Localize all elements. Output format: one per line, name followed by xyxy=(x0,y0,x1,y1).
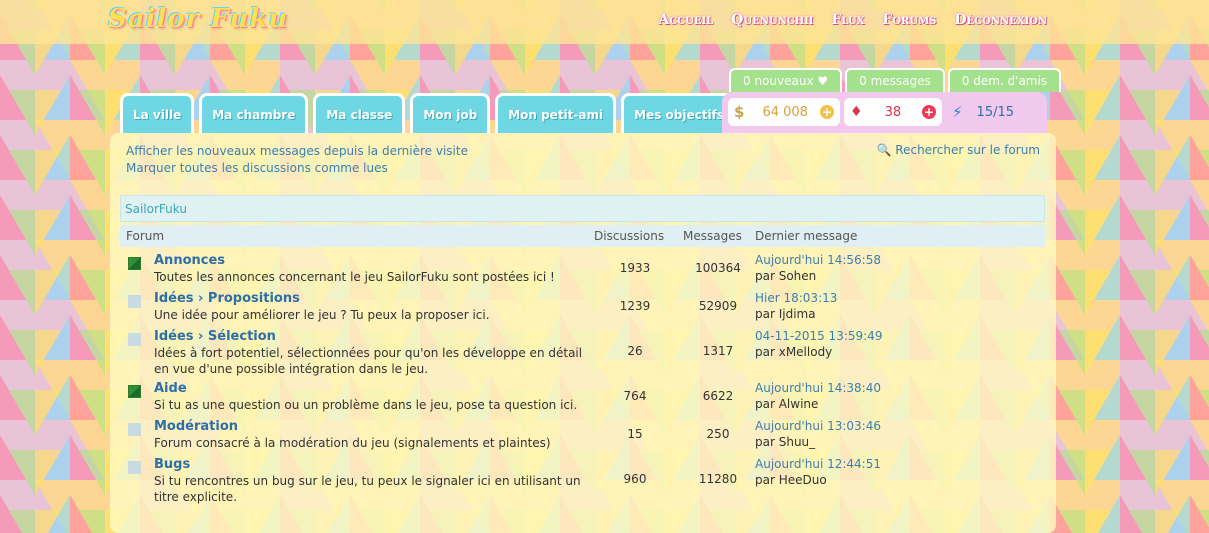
forum-name[interactable]: Aide xyxy=(154,381,187,396)
gem-icon: ♦ xyxy=(850,104,863,120)
tab-la-ville[interactable]: La ville xyxy=(120,93,195,133)
messages-count: 6622 xyxy=(702,389,734,403)
main-nav: Accueil Quenunchii Flux Forums Déconnexi… xyxy=(658,12,1047,28)
no-new-posts-icon xyxy=(128,461,141,474)
search-forum-link[interactable]: 🔍 Rechercher sur le forum xyxy=(877,143,1040,157)
col-discussions: Discussions xyxy=(594,229,665,243)
forum-description: Si tu rencontres un bug sur le jeu, tu p… xyxy=(154,474,581,504)
forum-search: 🔍 Rechercher sur le forum xyxy=(877,143,1040,157)
forum-actions: Afficher les nouveaux messages depuis la… xyxy=(126,143,468,177)
section-tabs: La ville Ma chambre Ma classe Mon job Mo… xyxy=(120,93,737,133)
notif-friend-requests[interactable]: 0 dem. d'amis xyxy=(947,68,1062,92)
forum-description: Toutes les annonces concernant le jeu Sa… xyxy=(154,270,555,284)
player-stats: $ 64 008 + ♦ 38 + ⚡ 15/15 xyxy=(722,92,1047,134)
dollar-icon: $ xyxy=(734,103,745,121)
messages-count: 1317 xyxy=(702,344,734,358)
search-label: Rechercher sur le forum xyxy=(895,143,1040,157)
messages-count: 52909 xyxy=(698,299,738,313)
last-message-date[interactable]: Hier 18:03:13 xyxy=(755,291,837,305)
discussions-count: 1933 xyxy=(619,261,651,275)
nav-quenunchii[interactable]: Quenunchii xyxy=(731,12,813,28)
table-header: Forum Discussions Messages Dernier messa… xyxy=(120,225,1045,247)
money-stat: $ 64 008 + xyxy=(728,98,840,126)
forum-description: Forum consacré à la modération du jeu (s… xyxy=(154,436,551,450)
last-message-author: par HeeDuo xyxy=(755,473,827,487)
last-message-date[interactable]: 04-11-2015 13:59:49 xyxy=(755,329,882,343)
tab-mon-job[interactable]: Mon job xyxy=(410,93,491,133)
energy-value: 15/15 xyxy=(976,104,1015,120)
notif-messages[interactable]: 0 messages xyxy=(845,68,945,92)
last-message-author: par Sohen xyxy=(755,269,817,283)
no-new-posts-icon xyxy=(128,333,141,346)
no-new-posts-icon xyxy=(128,295,141,308)
discussions-count: 26 xyxy=(627,344,643,358)
nav-deconnexion[interactable]: Déconnexion xyxy=(954,12,1047,28)
last-message-author: par Shuu_ xyxy=(755,435,816,449)
col-forum: Forum xyxy=(126,229,165,243)
forum-name[interactable]: Modération xyxy=(154,419,238,434)
forum-description: Si tu as une question ou un problème dan… xyxy=(154,398,578,412)
forum-name[interactable]: Annonces xyxy=(154,253,225,268)
nav-forums[interactable]: Forums xyxy=(882,12,936,28)
forum-description: Idées à fort potentiel, sélectionnées po… xyxy=(154,346,583,376)
new-messages-link[interactable]: Afficher les nouveaux messages depuis la… xyxy=(126,143,468,160)
forum-panel: Afficher les nouveaux messages depuis la… xyxy=(110,133,1056,533)
col-last-message: Dernier message xyxy=(755,229,858,243)
new-posts-icon xyxy=(128,257,141,270)
gems-value: 38 xyxy=(884,104,902,120)
no-new-posts-icon xyxy=(128,423,141,436)
discussions-count: 960 xyxy=(623,472,647,486)
lightning-icon: ⚡ xyxy=(952,103,963,121)
tab-ma-classe[interactable]: Ma classe xyxy=(313,93,406,133)
gems-stat: ♦ 38 + xyxy=(844,98,942,126)
forum-name[interactable]: Bugs xyxy=(154,457,190,472)
messages-count: 100364 xyxy=(695,261,741,275)
search-icon: 🔍 xyxy=(876,143,892,157)
notifications: 0 nouveaux ♥ 0 messages 0 dem. d'amis xyxy=(729,68,1062,92)
col-messages: Messages xyxy=(683,229,742,243)
forum-description: Une idée pour améliorer le jeu ? Tu peux… xyxy=(154,308,490,322)
last-message-author: par Alwine xyxy=(755,397,819,411)
last-message-author: par Ijdima xyxy=(755,307,816,321)
discussions-count: 1239 xyxy=(619,299,651,313)
forum-name[interactable]: Idées › Sélection xyxy=(154,329,276,344)
money-value: 64 008 xyxy=(762,104,808,120)
last-message-author: par xMellody xyxy=(755,345,833,359)
top-bar: Sailor Fuku Accueil Quenunchii Flux Foru… xyxy=(0,0,1209,44)
last-message-date[interactable]: Aujourd'hui 13:03:46 xyxy=(755,419,881,433)
discussions-count: 764 xyxy=(623,389,647,403)
tab-mes-objectifs[interactable]: Mes objectifs xyxy=(621,93,737,133)
nav-flux[interactable]: Flux xyxy=(831,12,864,28)
add-money-button[interactable]: + xyxy=(820,105,834,119)
nav-accueil[interactable]: Accueil xyxy=(658,12,713,28)
mark-read-link[interactable]: Marquer toutes les discussions comme lue… xyxy=(126,160,468,177)
discussions-count: 15 xyxy=(627,427,643,441)
add-gems-button[interactable]: + xyxy=(922,105,936,119)
forum-name[interactable]: Idées › Propositions xyxy=(154,291,300,306)
messages-count: 250 xyxy=(706,427,730,441)
messages-count: 11280 xyxy=(698,472,738,486)
last-message-date[interactable]: Aujourd'hui 12:44:51 xyxy=(755,457,881,471)
energy-stat: ⚡ 15/15 xyxy=(946,98,1041,126)
site-logo[interactable]: Sailor Fuku xyxy=(108,4,288,34)
breadcrumb[interactable]: SailorFuku xyxy=(120,195,1045,222)
last-message-date[interactable]: Aujourd'hui 14:56:58 xyxy=(755,253,881,267)
notif-new[interactable]: 0 nouveaux ♥ xyxy=(729,68,843,92)
tab-mon-petit-ami[interactable]: Mon petit-ami xyxy=(495,93,617,133)
tab-ma-chambre[interactable]: Ma chambre xyxy=(199,93,309,133)
last-message-date[interactable]: Aujourd'hui 14:38:40 xyxy=(755,381,881,395)
new-posts-icon xyxy=(128,385,141,398)
